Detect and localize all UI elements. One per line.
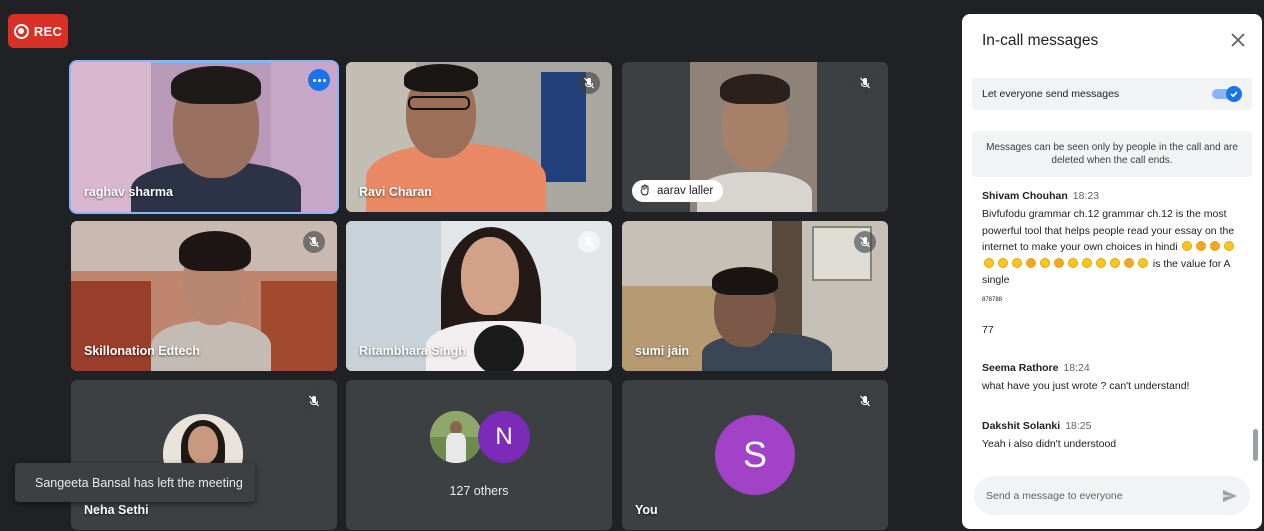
message-sender: Shivam Chouhan xyxy=(982,190,1068,202)
participant-name: raghav sharma xyxy=(84,185,173,199)
message-time: 18:23 xyxy=(1072,190,1100,202)
message-input[interactable] xyxy=(986,476,1216,515)
mic-off-icon xyxy=(303,231,325,253)
panel-title: In-call messages xyxy=(982,32,1099,49)
message-extra-small: 878788 xyxy=(982,296,1003,303)
message-time: 18:25 xyxy=(1065,420,1092,432)
recording-label: REC xyxy=(33,23,63,39)
participant-tile[interactable]: Neha Sethi xyxy=(71,380,337,530)
close-icon xyxy=(1231,33,1245,47)
participant-name: Ritambhara Singh xyxy=(359,344,466,358)
mic-off-icon xyxy=(854,390,876,412)
message-text: Yeah i also didn't understood xyxy=(982,438,1117,450)
chat-info-notice: Messages can be seen only by people in t… xyxy=(972,131,1252,177)
message-sender: Dakshit Solanki xyxy=(982,420,1061,432)
notification-toast: Sangeeta Bansal has left the meeting xyxy=(15,463,255,502)
participant-tile[interactable]: Ravi Charan xyxy=(346,62,612,212)
send-button[interactable] xyxy=(1220,486,1240,506)
self-tile[interactable]: S You xyxy=(622,380,888,530)
message-item: Seema Rathore 18:24 what have you just wr… xyxy=(982,358,1244,395)
toast-text: Sangeeta Bansal has left the meeting xyxy=(35,475,243,490)
avatar xyxy=(430,411,482,463)
raised-hand-badge: aarav laller xyxy=(632,180,724,202)
message-extra-line: 77 xyxy=(982,323,994,336)
record-icon xyxy=(13,23,29,39)
participant-name: aarav laller xyxy=(657,185,714,197)
participant-tile[interactable]: raghav sharma xyxy=(69,60,339,214)
recording-indicator[interactable]: REC xyxy=(8,14,68,48)
more-options-button[interactable] xyxy=(308,69,330,91)
message-time: 18:24 xyxy=(1063,362,1090,374)
participant-name: Skillonation Edtech xyxy=(84,344,200,358)
participant-tile[interactable]: aarav laller xyxy=(622,62,888,212)
message-item: Shivam Chouhan 18:23 Bivfufodu grammar ch… xyxy=(982,186,1244,336)
message-item: Dakshit Solanki 18:25 Yeah i also didn't … xyxy=(982,416,1244,453)
close-button[interactable] xyxy=(1228,30,1248,50)
avatar: N xyxy=(478,411,530,463)
send-permission-toggle[interactable] xyxy=(1212,86,1242,102)
message-text: Bivfufodu grammar ch.12 grammar ch.12 is… xyxy=(982,206,1244,289)
mic-off-icon xyxy=(578,72,600,94)
participant-name: Neha Sethi xyxy=(84,503,149,517)
others-count-label: 127 others xyxy=(449,484,509,498)
message-sender: Seema Rathore xyxy=(982,362,1059,374)
mic-off-icon xyxy=(854,72,876,94)
participant-tile[interactable]: Ritambhara Singh xyxy=(346,221,612,371)
others-tile[interactable]: N 127 others xyxy=(346,380,612,530)
participant-name: Ravi Charan xyxy=(359,185,432,199)
setting-label: Let everyone send messages xyxy=(982,88,1120,100)
raised-hand-icon xyxy=(640,184,650,199)
send-permission-setting: Let everyone send messages xyxy=(972,78,1252,110)
message-text: what have you just wrote ? can't underst… xyxy=(982,380,1190,392)
chat-scrollbar[interactable] xyxy=(1253,429,1258,461)
chat-panel: In-call messages Let everyone send messa… xyxy=(962,14,1262,529)
avatar: S xyxy=(715,415,795,495)
mic-off-icon xyxy=(578,231,600,253)
participant-tile[interactable]: Skillonation Edtech xyxy=(71,221,337,371)
participant-name: sumi jain xyxy=(635,344,690,358)
check-icon xyxy=(1226,86,1242,102)
participant-tile[interactable]: sumi jain xyxy=(622,221,888,371)
mic-off-icon xyxy=(854,231,876,253)
mic-off-icon xyxy=(303,390,325,412)
message-composer xyxy=(974,476,1250,515)
send-icon xyxy=(1223,490,1237,502)
participant-name: You xyxy=(635,503,658,517)
